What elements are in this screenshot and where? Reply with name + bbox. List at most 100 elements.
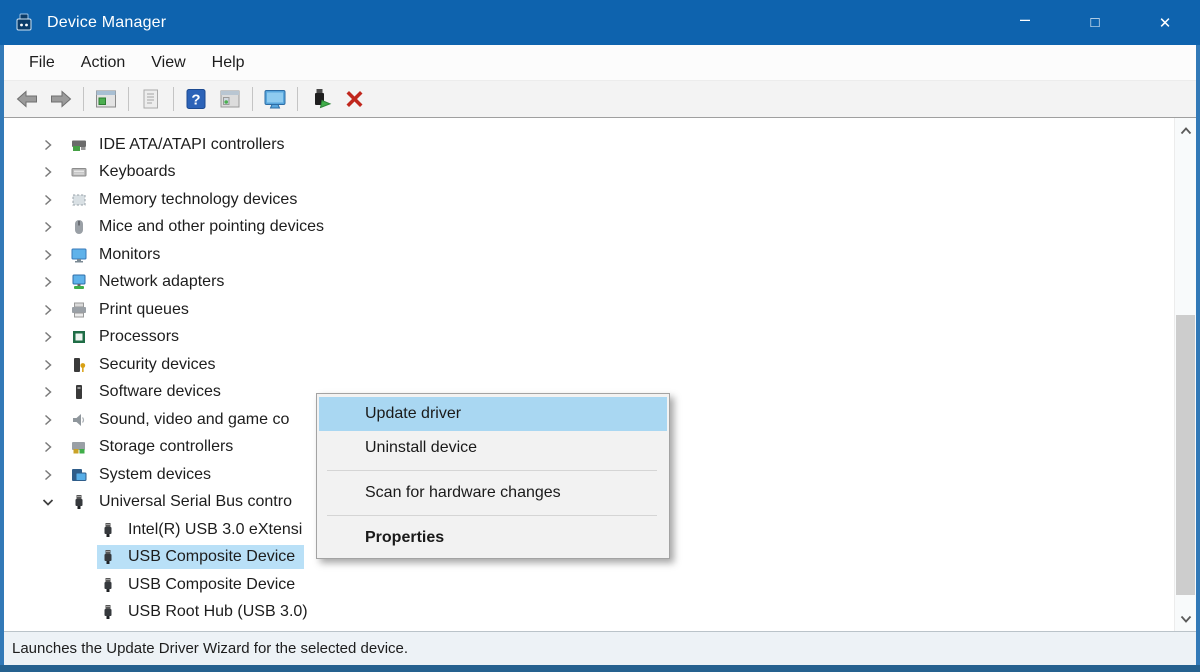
minimize-button[interactable]: –	[990, 0, 1060, 45]
tree-item[interactable]: USB Composite Device	[97, 573, 304, 597]
tree-item[interactable]: Storage controllers	[68, 435, 242, 459]
tree-row[interactable]: Print queues	[4, 296, 1196, 324]
help-button[interactable]: ?	[181, 85, 211, 113]
chevron-right-icon[interactable]	[40, 164, 56, 180]
chevron-right-icon[interactable]	[40, 192, 56, 208]
chevron-right-icon[interactable]	[40, 137, 56, 153]
tree-item-label: Intel(R) USB 3.0 eXtensi	[128, 521, 302, 539]
tree-item[interactable]: Intel(R) USB 3.0 eXtensi	[97, 518, 311, 542]
tree-item[interactable]: Memory technology devices	[68, 188, 306, 212]
chevron-right-icon[interactable]	[40, 219, 56, 235]
tree-row[interactable]: IDE ATA/ATAPI controllers	[4, 131, 1196, 159]
tree-item[interactable]: System devices	[68, 463, 220, 487]
tree-item-label: Monitors	[99, 246, 160, 264]
tree-item-label: Keyboards	[99, 163, 176, 181]
tree-item-label: IDE ATA/ATAPI controllers	[99, 136, 285, 154]
processor-icon	[71, 329, 87, 345]
maximize-button[interactable]: □	[1060, 0, 1130, 45]
chevron-right-icon[interactable]	[40, 439, 56, 455]
back-button[interactable]	[12, 85, 42, 113]
keyboard-icon	[71, 164, 87, 180]
context-menu-separator	[327, 515, 657, 516]
tree-item[interactable]: USB Root Hub (USB 3.0)	[97, 600, 317, 624]
ide-controller-icon	[71, 137, 87, 153]
tree-item[interactable]: Monitors	[68, 243, 169, 267]
speaker-icon	[71, 412, 87, 428]
chevron-right-icon[interactable]	[40, 412, 56, 428]
tree-item-label: Software devices	[99, 383, 221, 401]
device-manager-icon	[13, 12, 35, 34]
update-driver-button[interactable]	[305, 85, 335, 113]
tree-row[interactable]: Mice and other pointing devices	[4, 214, 1196, 242]
tree-item[interactable]: Sound, video and game co	[68, 408, 298, 432]
window-frame: FileActionViewHelp ? IDE ATA/ATAPI contr…	[0, 45, 1200, 665]
context-menu-item-update-driver[interactable]: Update driver	[319, 397, 667, 431]
status-text: Launches the Update Driver Wizard for th…	[12, 640, 408, 657]
context-menu-item-uninstall-device[interactable]: Uninstall device	[319, 431, 667, 465]
tree-row[interactable]: USB Root Hub (USB 3.0)	[4, 599, 1196, 627]
scroll-up-icon[interactable]	[1175, 120, 1196, 140]
chevron-right-icon[interactable]	[40, 247, 56, 263]
window-bottom-border	[0, 665, 1200, 672]
tree-item[interactable]: Keyboards	[68, 160, 185, 184]
console-window-icon	[94, 87, 118, 111]
tree-item[interactable]: Security devices	[68, 353, 225, 377]
forward-button[interactable]	[46, 85, 76, 113]
tree-item-label: USB Composite Device	[128, 576, 295, 594]
usb-icon	[100, 522, 116, 538]
tree-row[interactable]: USB Composite Device	[4, 571, 1196, 599]
tree-item-selected[interactable]: USB Composite Device	[97, 545, 304, 569]
forward-arrow-icon	[49, 87, 73, 111]
uninstall-button[interactable]	[339, 85, 369, 113]
scroll-down-icon[interactable]	[1175, 609, 1196, 629]
close-button[interactable]: ✕	[1130, 0, 1200, 45]
show-console-tree-button[interactable]	[91, 85, 121, 113]
tree-item[interactable]: Print queues	[68, 298, 198, 322]
tree-item[interactable]: Software devices	[68, 380, 230, 404]
tree-item-label: Storage controllers	[99, 438, 233, 456]
chevron-right-icon[interactable]	[40, 467, 56, 483]
storage-icon	[71, 439, 87, 455]
vertical-scrollbar[interactable]	[1174, 118, 1196, 631]
chevron-right-icon[interactable]	[40, 302, 56, 318]
window-controls: –□✕	[990, 0, 1200, 45]
device-manager-window: Device Manager –□✕ FileActionViewHelp ? …	[0, 0, 1200, 672]
scrollbar-thumb[interactable]	[1176, 315, 1195, 595]
chevron-right-icon[interactable]	[40, 274, 56, 290]
tree-row[interactable]: Network adapters	[4, 269, 1196, 297]
chevron-right-icon[interactable]	[40, 329, 56, 345]
tree-item-label: Sound, video and game co	[99, 411, 289, 429]
tree-row[interactable]: Keyboards	[4, 159, 1196, 187]
toolbar-separator	[83, 87, 84, 111]
context-menu-item-properties[interactable]: Properties	[319, 521, 667, 555]
tree-item-label: USB Root Hub (USB 3.0)	[128, 603, 308, 621]
menu-view[interactable]: View	[138, 48, 198, 78]
help-icon: ?	[184, 87, 208, 111]
tree-item[interactable]: Universal Serial Bus contro	[68, 490, 301, 514]
properties-button[interactable]	[215, 85, 245, 113]
tree-item[interactable]: Processors	[68, 325, 188, 349]
tree-item-label: Print queues	[99, 301, 189, 319]
chevron-right-icon[interactable]	[40, 357, 56, 373]
menu-help[interactable]: Help	[199, 48, 258, 78]
chevron-down-icon[interactable]	[40, 494, 56, 510]
tree-item-label: Processors	[99, 328, 179, 346]
export-list-button[interactable]	[136, 85, 166, 113]
tree-row[interactable]: Monitors	[4, 241, 1196, 269]
context-menu-item-scan-for-hardware-changes[interactable]: Scan for hardware changes	[319, 476, 667, 510]
menu-file[interactable]: File	[16, 48, 68, 78]
toolbar: ?	[4, 81, 1196, 118]
tree-item[interactable]: IDE ATA/ATAPI controllers	[68, 133, 294, 157]
usb-icon	[100, 549, 116, 565]
scan-for-hardware-changes-button[interactable]	[260, 85, 290, 113]
tree-row[interactable]: Processors	[4, 324, 1196, 352]
tree-row[interactable]: Memory technology devices	[4, 186, 1196, 214]
tree-item[interactable]: Mice and other pointing devices	[68, 215, 333, 239]
tree-item[interactable]: Network adapters	[68, 270, 233, 294]
tree-row[interactable]: Security devices	[4, 351, 1196, 379]
mouse-icon	[71, 219, 87, 235]
update-driver-icon	[308, 87, 332, 111]
chevron-right-icon[interactable]	[40, 384, 56, 400]
uninstall-x-icon	[342, 87, 366, 111]
menu-action[interactable]: Action	[68, 48, 138, 78]
